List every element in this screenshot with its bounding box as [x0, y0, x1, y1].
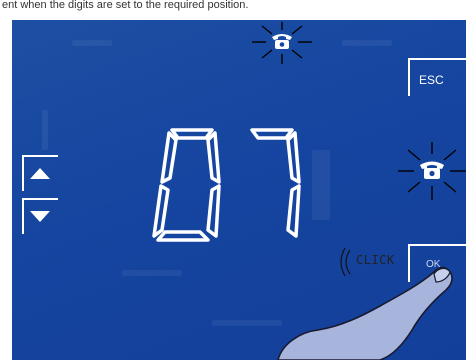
ghost-segment [122, 270, 182, 276]
display-value-text: 07 [142, 120, 144, 121]
phone-icon [252, 22, 312, 64]
down-arrow-button[interactable] [22, 198, 58, 234]
display-value: 07 [142, 120, 301, 242]
ghost-segment [72, 40, 112, 46]
esc-button-label: ESC [419, 73, 444, 87]
up-arrow-icon [30, 168, 50, 179]
down-arrow-icon [30, 211, 50, 222]
ghost-segment [42, 110, 48, 150]
ghost-segment [342, 40, 392, 46]
up-arrow-button[interactable] [22, 155, 58, 191]
phone-icon [398, 142, 466, 200]
lcd-screen: ESC 07 OK CLICK [12, 20, 466, 360]
caption-text: ent when the digits are set to the requi… [2, 0, 249, 11]
esc-button[interactable]: ESC [408, 58, 466, 96]
pointing-hand-icon [277, 266, 453, 360]
